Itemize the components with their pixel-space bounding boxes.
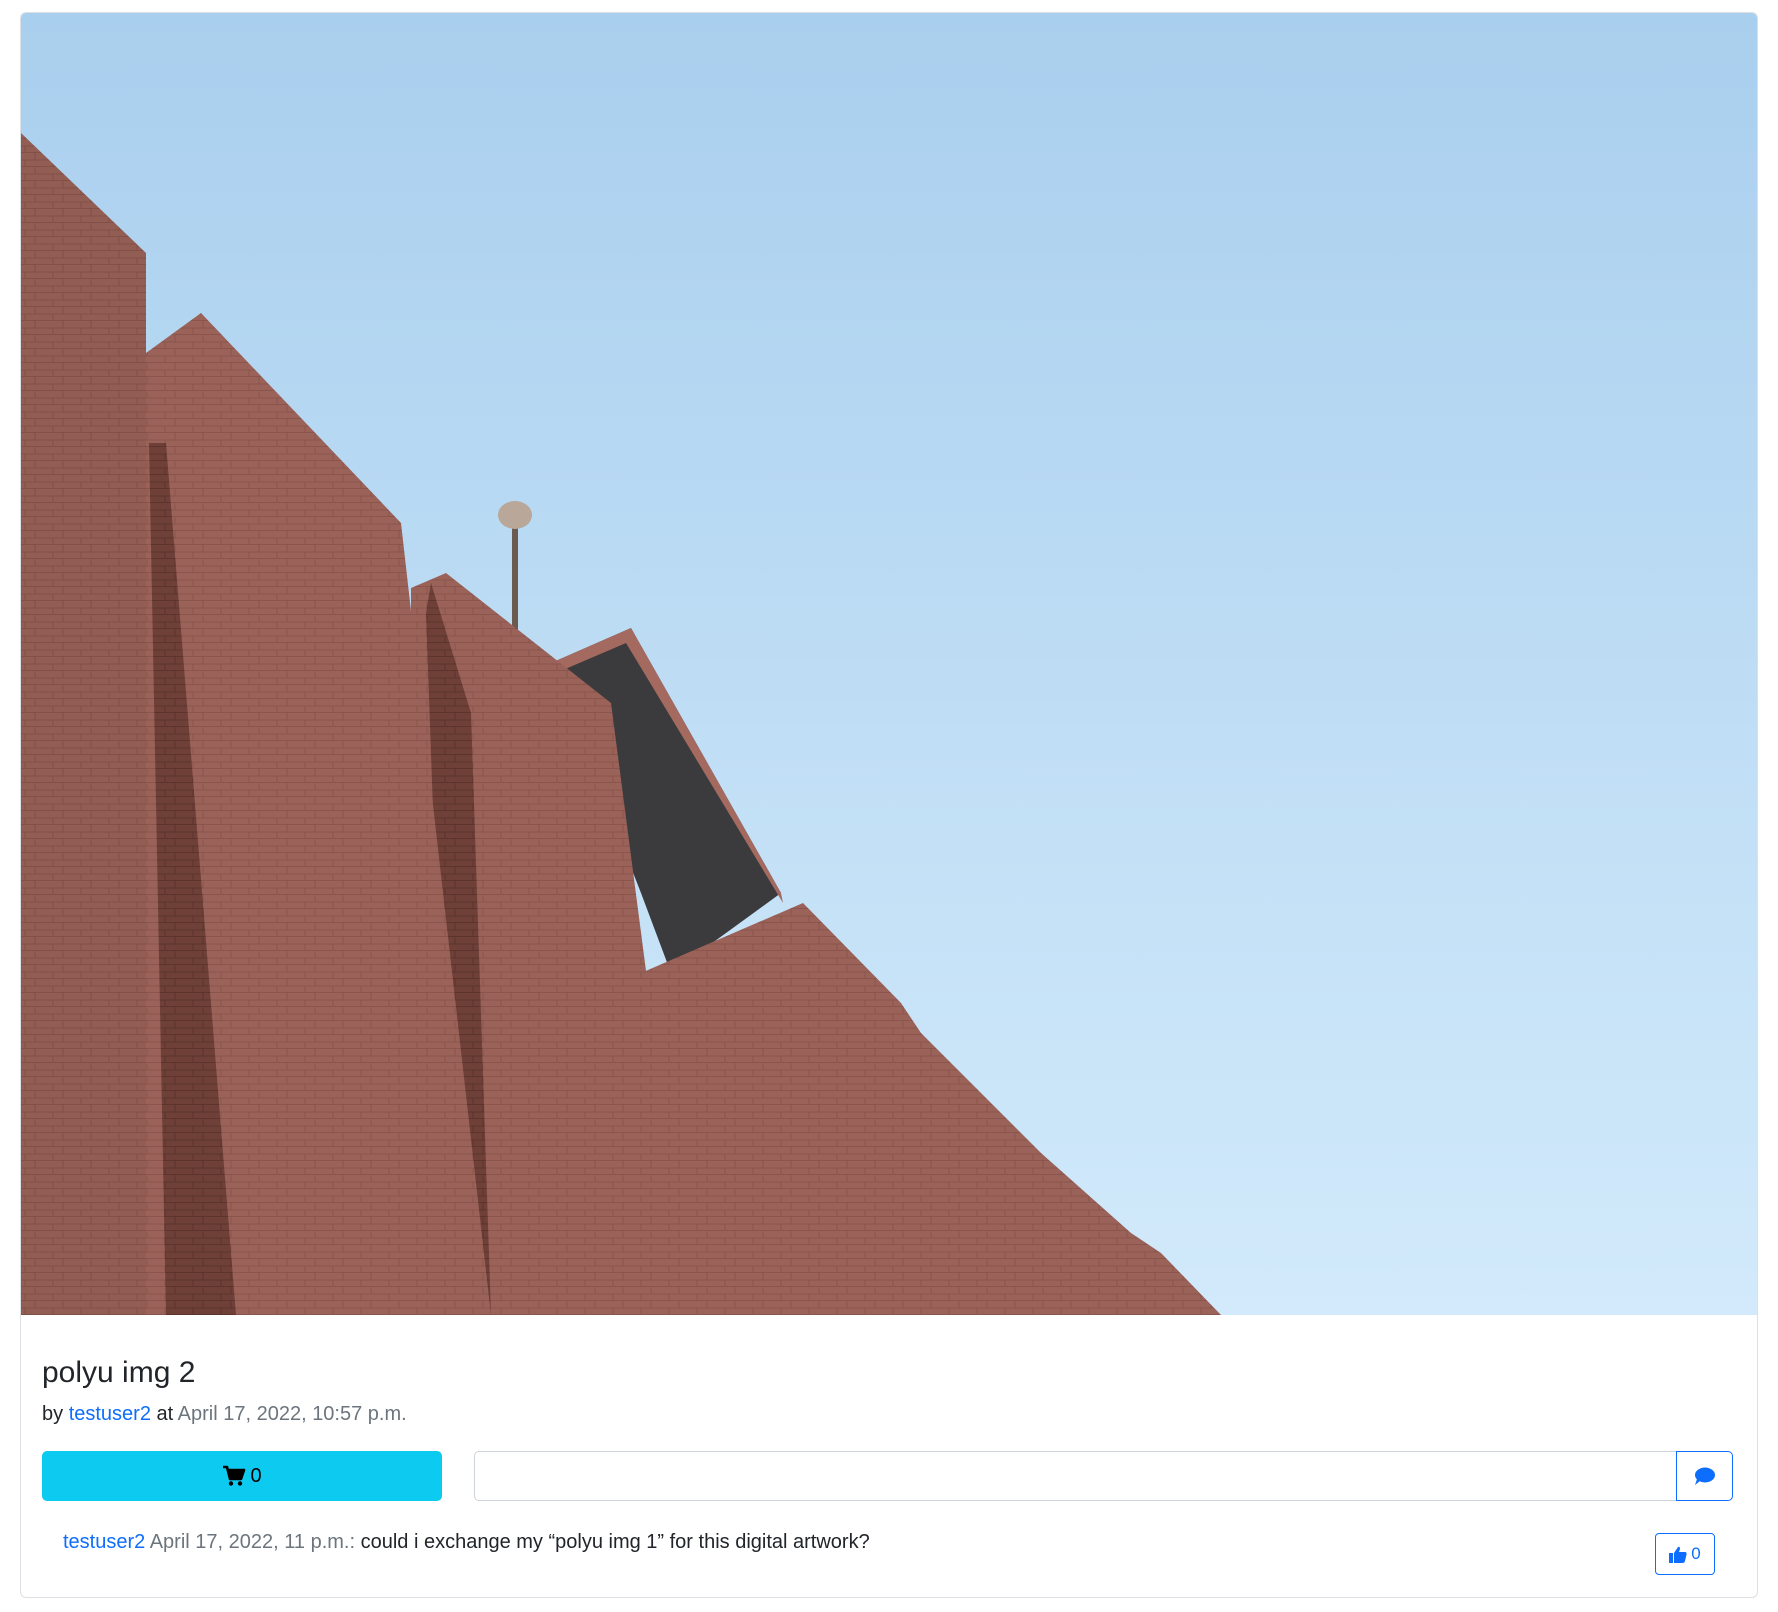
artwork-image [21,13,1757,1315]
comment-icon [1694,1467,1715,1485]
artwork-card: polyu img 2 by testuser2 at April 17, 20… [20,12,1758,1598]
like-count: 0 [1691,1544,1701,1563]
post-timestamp: April 17, 2022, 10:57 p.m. [177,1403,407,1425]
comment-text: could i exchange my “polyu img 1” for th… [360,1531,870,1553]
comment-input[interactable] [474,1451,1677,1501]
shopping-cart-icon [223,1465,246,1486]
thumbs-up-icon [1669,1546,1687,1563]
comment-timestamp: April 17, 2022, 11 p.m.: [149,1531,356,1553]
card-body: polyu img 2 by testuser2 at April 17, 20… [21,1315,1757,1597]
by-label: by [42,1403,64,1425]
at-label: at [156,1403,174,1425]
post-meta: by testuser2 at April 17, 2022, 10:57 p.… [42,1401,407,1427]
like-comment-button[interactable]: 0 [1655,1533,1715,1575]
cart-count: 0 [250,1464,262,1487]
comment-author-link[interactable]: testuser2 [63,1531,145,1553]
add-to-cart-button[interactable]: 0 [42,1451,442,1501]
comment-item: testuser2 April 17, 2022, 11 p.m.: could… [63,1529,870,1555]
artwork-title: polyu img 2 [42,1356,196,1389]
author-link[interactable]: testuser2 [69,1403,151,1425]
post-comment-button[interactable] [1676,1451,1733,1501]
